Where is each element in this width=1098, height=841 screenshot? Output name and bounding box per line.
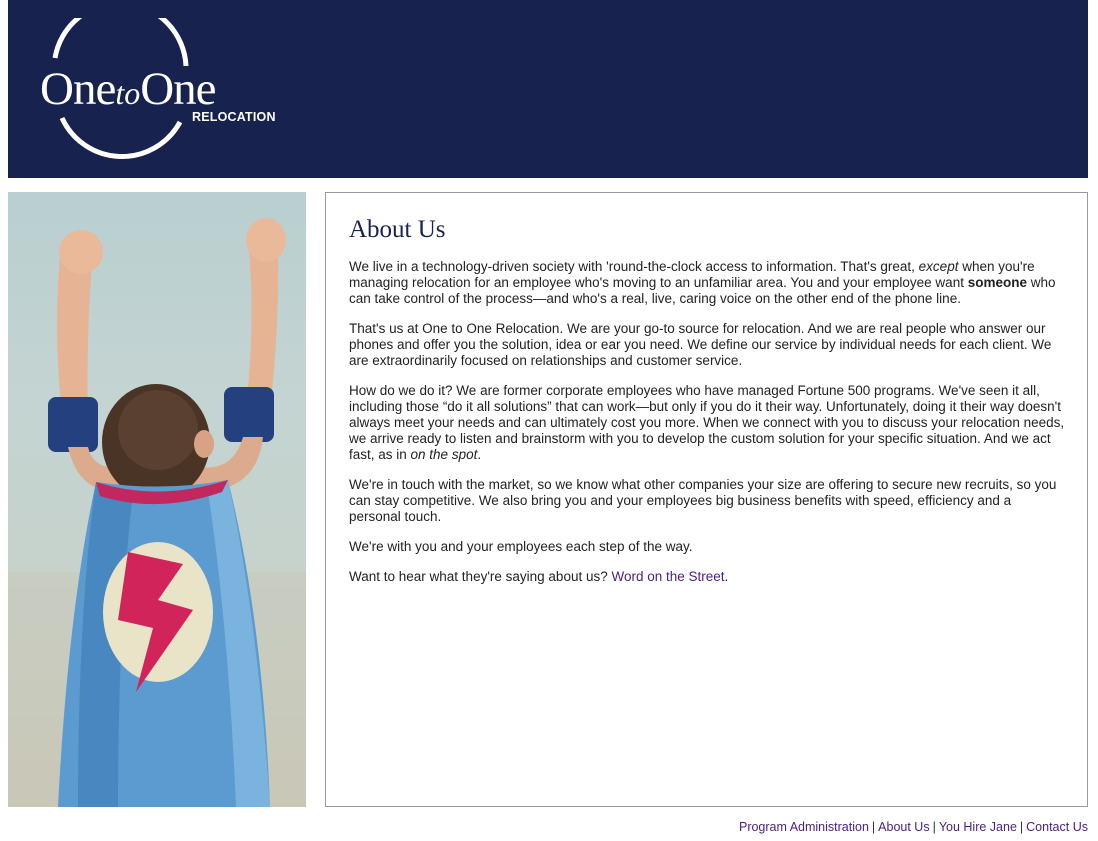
p3-emphasis: on the spot — [410, 447, 478, 462]
p3-text-c: . — [477, 447, 482, 462]
p6-text-c: . — [724, 569, 729, 584]
p1-emphasis: except — [918, 259, 959, 274]
paragraph-each-step: We're with you and your employees each s… — [349, 539, 693, 554]
footer-separator: | — [1019, 820, 1024, 834]
paragraph-market: We're in touch with the market, so we kn… — [349, 477, 1057, 524]
p6-text-a: Want to hear what they're saying about u… — [349, 569, 612, 584]
word-on-the-street-link[interactable]: Word on the Street — [611, 569, 724, 584]
footer-separator: | — [871, 820, 876, 834]
footer-link-about-us[interactable]: About Us — [878, 820, 929, 834]
footer-link-you-hire-jane[interactable]: You Hire Jane — [939, 820, 1017, 834]
logo-word-to: to — [115, 75, 141, 111]
paragraph-intro: We live in a technology-driven society w… — [349, 259, 1065, 307]
footer-link-program-administration[interactable]: Program Administration — [739, 820, 869, 834]
about-content-panel: About Us We live in a technology-driven … — [325, 192, 1088, 807]
logo[interactable]: OnetoOne RELOCATION — [38, 18, 288, 160]
footer-nav: Program Administration | About Us | You Hire… — [739, 820, 1088, 834]
site-header: OnetoOne RELOCATION — [8, 0, 1088, 178]
logo-subtitle: RELOCATION — [192, 110, 276, 124]
logo-wordmark: OnetoOne — [40, 63, 217, 115]
hero-image — [8, 192, 306, 807]
paragraph-word-on-street: Want to hear what they're saying about u… — [349, 569, 1065, 585]
p1-text-a: We live in a technology-driven society w… — [349, 259, 919, 274]
logo-word-one-2: One — [140, 63, 216, 115]
paragraph-how: How do we do it? We are former corporate… — [349, 383, 1065, 463]
page-title: About Us — [349, 216, 446, 243]
p1-strong: someone — [967, 275, 1027, 290]
footer-separator: | — [932, 820, 936, 834]
paragraph-who-we-are: That's us at One to One Relocation. We a… — [349, 321, 1052, 368]
logo-word-one: One — [40, 63, 116, 115]
footer-link-contact-us[interactable]: Contact Us — [1026, 820, 1088, 834]
superhero-boy-image-icon — [8, 218, 306, 807]
